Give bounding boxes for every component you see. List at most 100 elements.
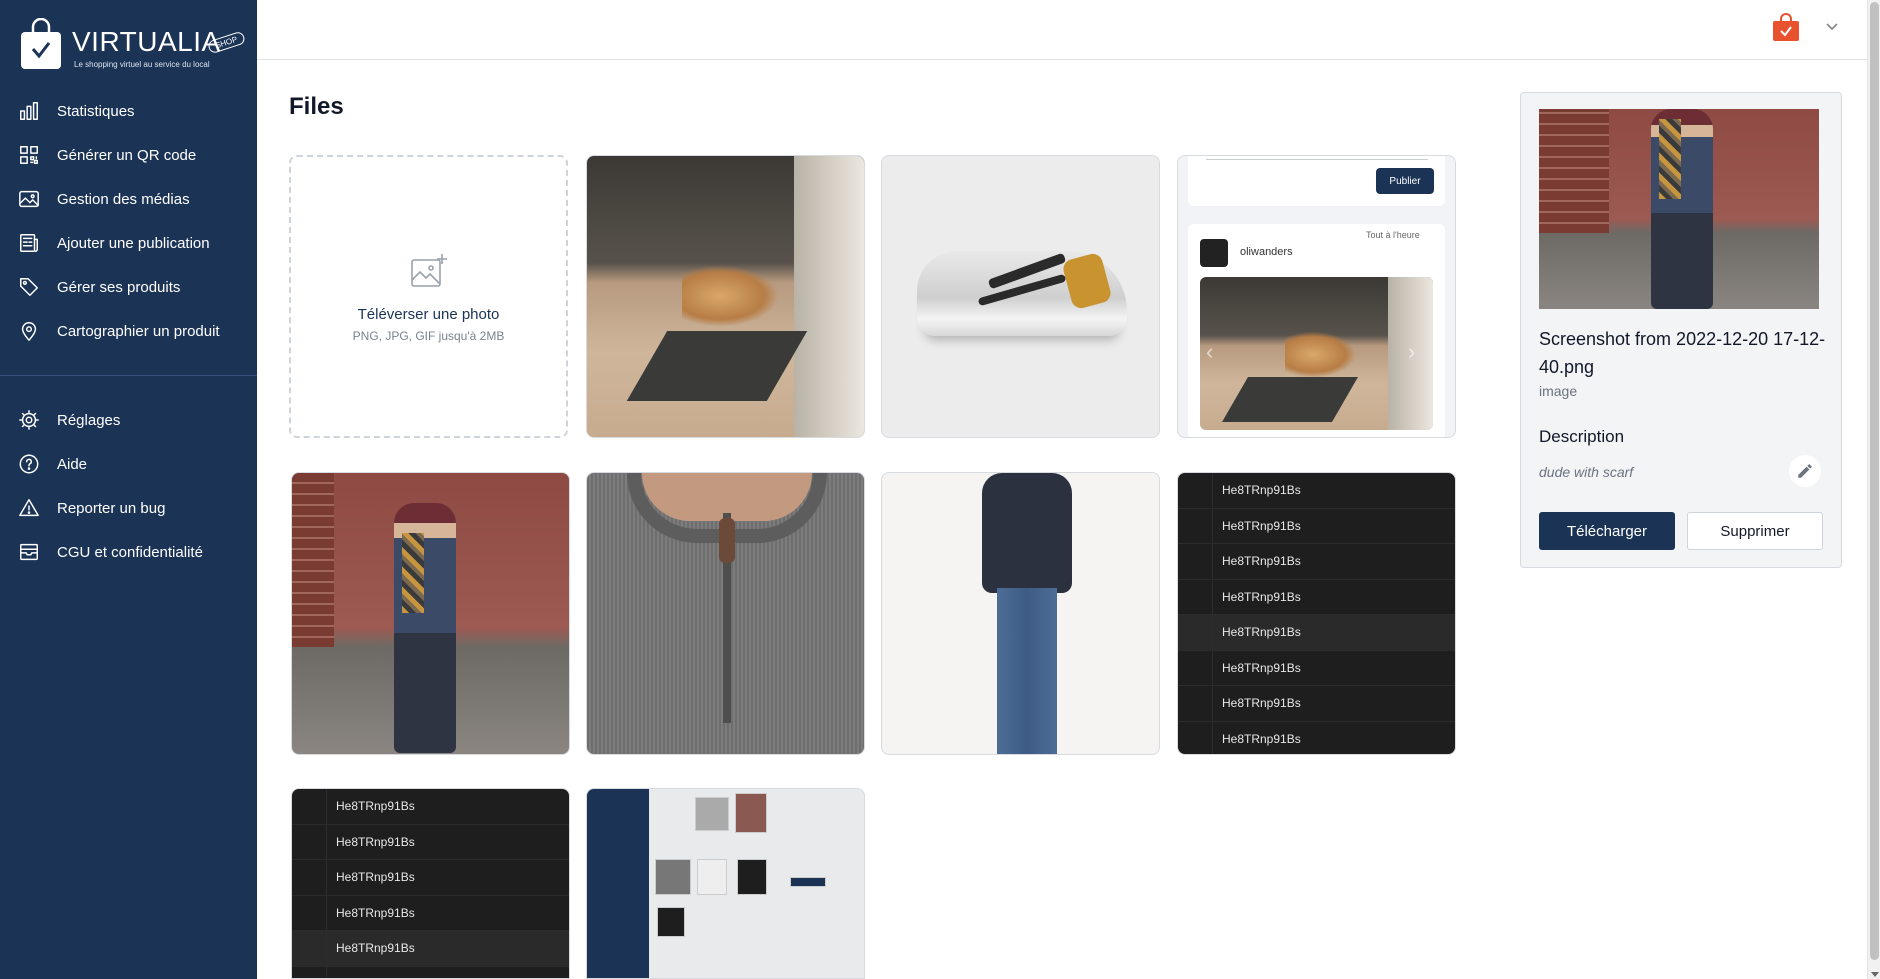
qr-code-icon [18,144,40,166]
photo-detail [790,877,826,887]
sidebar-item-label: Gestion des médias [57,190,190,208]
photo-detail [719,518,735,563]
photo-detail [626,331,808,401]
sidebar-item-label: Cartographier un produit [57,322,220,340]
file-type: image [1539,383,1578,399]
photo-detail [1222,377,1358,422]
media-thumbnail[interactable]: He8TRnp91Bs He8TRnp91Bs He8TRnp91Bs He8T… [1177,472,1456,755]
list-item: He8TRnp91Bs [1178,721,1455,754]
sidebar-item-label: CGU et confidentialité [57,543,203,561]
sidebar-item-produits[interactable]: Gérer ses produits [0,265,257,309]
sidebar-item-label: Réglages [57,411,121,429]
image-plus-icon [409,251,449,296]
avatar [1200,239,1228,267]
sidebar-item-label: Reporter un bug [57,499,166,517]
photo-detail [657,907,685,937]
photo-detail [737,859,767,895]
list-item: He8TRnp91Bs [292,966,569,978]
list-item: He8TRnp91Bs [292,931,569,967]
image-icon [18,188,40,210]
sidebar: VIRTUALIA SHOP Le shopping virtuel au se… [0,0,257,979]
page-scrollbar[interactable] [1867,0,1880,979]
pencil-icon [1798,464,1812,478]
cart-icon[interactable] [1772,12,1800,42]
chart-bar-icon [18,100,40,122]
scroll-down-arrow-icon[interactable] [1871,972,1879,977]
sidebar-item-label: Statistiques [57,102,135,120]
map-pin-icon [18,320,40,342]
list-item: He8TRnp91Bs [1178,686,1455,722]
sidebar-item-cgu[interactable]: CGU et confidentialité [0,530,257,574]
sidebar-item-label: Gérer ses produits [57,278,181,296]
media-thumbnail[interactable] [881,155,1160,438]
help-circle-icon [18,453,40,475]
file-name: Screenshot from 2022-12-20 17-12-40.png [1539,329,1826,377]
photo-detail [292,473,334,648]
gear-icon [18,409,40,431]
sidebar-item-cartographier[interactable]: Cartographier un produit [0,309,257,353]
media-thumbnail[interactable] [586,788,865,979]
list-item: He8TRnp91Bs [292,895,569,931]
list-item: He8TRnp91Bs [1178,508,1455,544]
description-heading: Description [1539,427,1625,446]
feed-composer: Publier [1188,156,1445,206]
media-thumbnail-selected[interactable] [291,472,570,755]
list-item: He8TRnp91Bs [292,789,569,825]
photo-detail [695,797,729,831]
media-thumbnail[interactable]: Publier oliwanders Tout à l'heure ‹ › [1177,155,1456,438]
photo-detail [1659,119,1681,199]
media-thumbnail[interactable] [881,472,1160,755]
publish-button: Publier [1376,168,1434,194]
photo-detail [794,156,864,437]
secondary-nav: Réglages Aide Reporter un bug CGU et con… [0,398,257,574]
file-details-panel: Screenshot from 2022-12-20 17-12-40.png … [1520,92,1842,568]
post-username: oliwanders [1240,246,1293,258]
photo-detail [682,266,777,326]
chevron-down-icon[interactable] [1824,18,1840,34]
sidebar-item-aide[interactable]: Aide [0,442,257,486]
media-thumbnail[interactable]: He8TRnp91Bs He8TRnp91Bs He8TRnp91Bs He8T… [291,788,570,979]
photo-detail [1539,109,1609,233]
edit-description-button[interactable] [1789,455,1821,487]
list-item: He8TRnp91Bs [1178,650,1455,686]
description-text: dude with scarf [1539,464,1634,480]
photo-detail [735,793,767,833]
upload-dropzone[interactable]: Téléverser une photo PNG, JPG, GIF jusqu… [289,155,568,438]
photo-detail [1285,332,1355,377]
brand-tagline: Le shopping virtuel au service du local [74,60,210,69]
sidebar-item-reglages[interactable]: Réglages [0,398,257,442]
sidebar-item-medias[interactable]: Gestion des médias [0,177,257,221]
file-preview-image [1539,109,1819,309]
tag-icon [18,276,40,298]
sidebar-item-publication[interactable]: Ajouter une publication [0,221,257,265]
photo-detail [697,859,727,895]
post-time: Tout à l'heure [1366,230,1420,240]
scrollbar-thumb[interactable] [1870,2,1879,960]
sidebar-item-statistiques[interactable]: Statistiques [0,89,257,133]
upload-subtitle: PNG, JPG, GIF jusqu'à 2MB [352,328,505,343]
page-title: Files [289,93,344,120]
media-thumbnail[interactable] [586,472,865,755]
brand-name: VIRTUALIA [72,26,221,57]
photo-detail [997,588,1057,754]
photo-detail [982,473,1072,593]
download-button[interactable]: Télécharger [1539,512,1675,550]
top-bar [257,0,1867,60]
delete-button[interactable]: Supprimer [1687,512,1823,550]
primary-nav: Statistiques Générer un QR code Gestion … [0,89,257,353]
upload-title: Téléverser une photo [357,305,500,323]
list-item: He8TRnp91Bs [1178,579,1455,615]
list-item: He8TRnp91Bs [1178,473,1455,509]
brand-logo[interactable]: VIRTUALIA SHOP Le shopping virtuel au se… [20,14,246,74]
sidebar-item-qr-code[interactable]: Générer un QR code [0,133,257,177]
newspaper-icon [18,232,40,254]
sidebar-item-label: Aide [57,455,88,473]
sidebar-item-bug[interactable]: Reporter un bug [0,486,257,530]
feed-composer-input [1206,156,1428,160]
list-item: He8TRnp91Bs [292,824,569,860]
chevron-left-icon: ‹ [1206,339,1214,364]
chevron-right-icon: › [1408,339,1416,364]
media-thumbnail[interactable] [586,155,865,438]
list-item: He8TRnp91Bs [1178,544,1455,580]
warning-icon [18,497,40,519]
